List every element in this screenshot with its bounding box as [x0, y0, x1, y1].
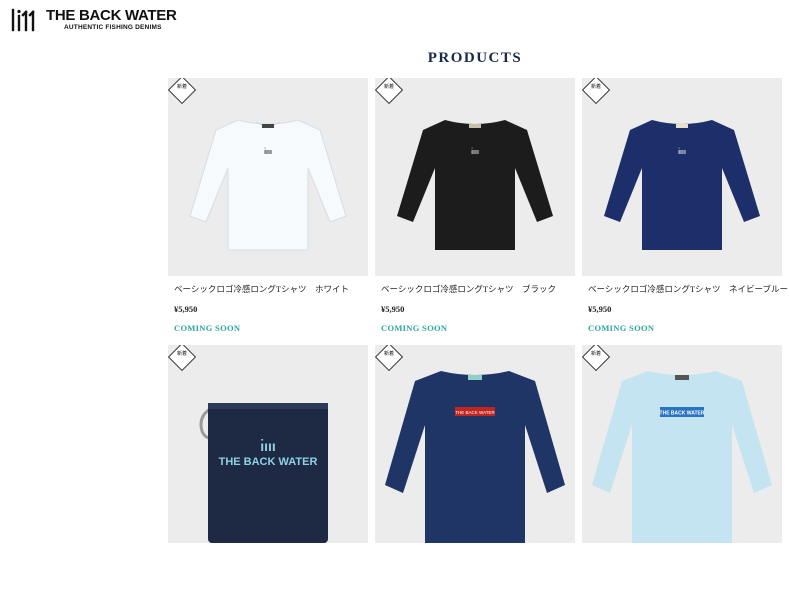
svg-text:ı̇ııı: ı̇ııı: [264, 148, 272, 156]
product-card[interactable]: ı̇ııı THE BACK WATER 新着: [168, 345, 368, 612]
product-status: COMING SOON: [174, 323, 241, 333]
fish-hooks-logo-icon[interactable]: [10, 8, 40, 32]
product-price: ¥5,950: [174, 304, 198, 314]
svg-text:ı̇ııı: ı̇ııı: [260, 438, 276, 454]
product-name[interactable]: ベーシックロゴ冷感ロングTシャツ ブラック: [381, 283, 575, 295]
svg-text:THE BACK WATER: THE BACK WATER: [219, 456, 318, 468]
product-image[interactable]: THE BACK WATER 新着: [375, 345, 575, 543]
new-badge: 新着: [168, 78, 197, 106]
product-image[interactable]: THE BACK WATER 新着: [582, 345, 782, 543]
product-image[interactable]: ı̇ııı 新着: [582, 78, 782, 276]
product-image[interactable]: ı̇ııı 新着: [168, 78, 368, 276]
product-name[interactable]: ベーシックロゴ冷感ロングTシャツ ネイビーブルー: [588, 283, 788, 295]
svg-text:THE BACK WATER: THE BACK WATER: [455, 410, 495, 415]
product-price: ¥5,950: [588, 304, 612, 314]
brand[interactable]: THE BACK WATER AUTHENTIC FISHING DENIMS: [46, 8, 177, 32]
product-card[interactable]: ı̇ııı 新着 ベーシックロゴ冷感ロングTシャツ ブラック ¥5,950 CO…: [375, 78, 575, 345]
new-badge: 新着: [375, 78, 404, 106]
brand-name: THE BACK WATER: [46, 7, 177, 25]
product-card[interactable]: ı̇ııı 新着 ベーシックロゴ冷感ロングTシャツ ネイビーブルー ¥5,950…: [582, 78, 788, 345]
svg-text:ı̇ııı: ı̇ııı: [471, 148, 479, 156]
denim-pouch-icon: ı̇ııı THE BACK WATER: [199, 403, 328, 543]
new-badge: 新着: [582, 78, 611, 106]
product-status: COMING SOON: [381, 323, 448, 333]
site-header: THE BACK WATER AUTHENTIC FISHING DENIMS: [10, 5, 177, 35]
product-price: ¥5,950: [381, 304, 405, 314]
svg-text:ı̇ııı: ı̇ııı: [678, 148, 686, 156]
longsleeve-shirt-icon: ı̇ııı: [397, 120, 553, 250]
page-title: PRODUCTS: [427, 50, 523, 66]
brand-tagline: AUTHENTIC FISHING DENIMS: [64, 24, 162, 32]
product-card[interactable]: THE BACK WATER 新着: [582, 345, 782, 612]
new-badge: 新着: [375, 345, 404, 373]
longsleeve-shirt-icon: ı̇ııı: [189, 119, 347, 251]
longsleeve-shirt-icon: ı̇ııı: [604, 120, 760, 250]
longsleeve-shirt-icon: THE BACK WATER: [592, 371, 772, 543]
product-card[interactable]: ı̇ııı 新着 ベーシックロゴ冷感ロングTシャツ ホワイト ¥5,950 CO…: [168, 78, 368, 345]
new-badge: 新着: [582, 345, 611, 373]
product-image[interactable]: ı̇ııı 新着: [375, 78, 575, 276]
product-grid: ı̇ııı 新着 ベーシックロゴ冷感ロングTシャツ ホワイト ¥5,950 CO…: [168, 78, 788, 612]
product-card[interactable]: THE BACK WATER 新着: [375, 345, 575, 612]
longsleeve-shirt-icon: THE BACK WATER: [385, 371, 565, 543]
new-badge: 新着: [168, 345, 197, 373]
product-image[interactable]: ı̇ııı THE BACK WATER 新着: [168, 345, 368, 543]
product-status: COMING SOON: [588, 323, 655, 333]
svg-text:THE BACK WATER: THE BACK WATER: [660, 411, 705, 417]
product-name[interactable]: ベーシックロゴ冷感ロングTシャツ ホワイト: [174, 283, 368, 295]
